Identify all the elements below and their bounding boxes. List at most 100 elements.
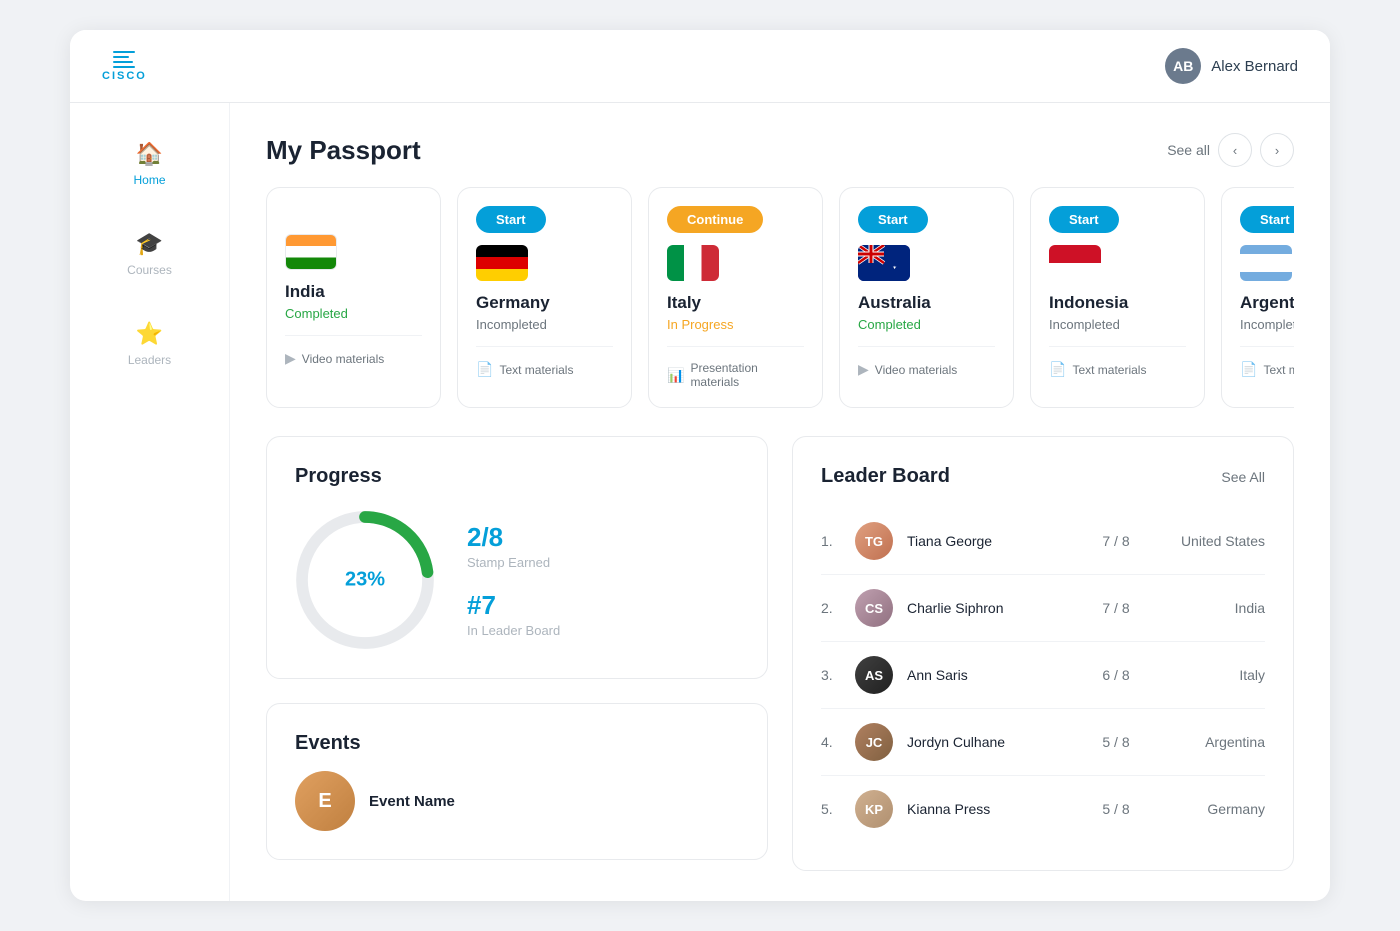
presentation-icon: 📊 [667,367,684,384]
country-name-india: India [285,282,422,302]
rank-2: 2. [821,600,841,616]
sidebar-item-courses[interactable]: 🎓 Courses [110,223,190,285]
leaderboard-row-1: 1. TG Tiana George 7 / 8 United States [821,508,1265,575]
user-info: AB Alex Bernard [1165,48,1298,84]
passport-card-indonesia[interactable]: Start Indonesia Incompleted 📄 Text mater… [1030,187,1205,408]
passport-title: My Passport [266,135,421,166]
passport-card-australia[interactable]: Start [839,187,1014,408]
leaderboard-see-all[interactable]: See All [1221,469,1265,485]
name-jordyn: Jordyn Culhane [907,734,1077,750]
material-label-indonesia: Text materials [1072,363,1146,377]
country-name-australia: Australia [858,293,995,313]
event-avatar: E [295,771,355,831]
status-argentina: Incomplete... [1240,317,1294,332]
video-icon: ▶ [285,350,296,367]
prev-arrow-button[interactable]: ‹ [1218,133,1252,167]
header: CISCO AB Alex Bernard [70,30,1330,103]
country-kianna: Germany [1155,801,1265,817]
sidebar-label-home: Home [133,173,165,187]
material-label-germany: Text materials [499,363,573,377]
material-argentina: 📄 Text ma... [1240,346,1294,378]
passport-cards: India Completed ▶ Video materials Start … [266,187,1294,408]
name-tiana: Tiana George [907,533,1077,549]
leaderboard-row-2: 2. CS Charlie Siphron 7 / 8 India [821,575,1265,642]
rank-label: In Leader Board [467,623,560,638]
flag-argentina [1240,245,1292,281]
passport-section-header: My Passport See all ‹ › [266,133,1294,167]
status-australia: Completed [858,317,995,332]
event-name: Event Name [369,793,455,810]
progress-circle: 23% [295,510,435,650]
start-button-australia[interactable]: Start [858,206,928,233]
text-icon-id: 📄 [1049,361,1066,378]
leaderboard-row-4: 4. JC Jordyn Culhane 5 / 8 Argentina [821,709,1265,776]
flag-indonesia [1049,245,1101,281]
flag-italy [667,245,719,281]
progress-stats: 2/8 Stamp Earned #7 In Leader Board [467,522,560,638]
name-ann: Ann Saris [907,667,1077,683]
flag-australia [858,245,910,281]
event-row: E Event Name [295,771,739,831]
score-charlie: 7 / 8 [1091,600,1141,616]
see-all-button[interactable]: See all [1167,142,1210,158]
status-germany: Incompleted [476,317,613,332]
app-container: CISCO AB Alex Bernard 🏠 Home 🎓 Courses ⭐… [70,30,1330,901]
passport-card-germany[interactable]: Start Germany Incompleted 📄 Text materia… [457,187,632,408]
passport-card-argentina[interactable]: Start Argentin... Incomplete... 📄 Text m… [1221,187,1294,408]
leaderboard-section: Leader Board See All 1. TG Tiana George … [792,436,1294,871]
score-kianna: 5 / 8 [1091,801,1141,817]
avatar-tiana: TG [855,522,893,560]
continue-button-italy[interactable]: Continue [667,206,763,233]
progress-content: 23% 2/8 Stamp Earned #7 In Leader Board [295,510,739,650]
material-label-italy: Presentation materials [690,361,804,389]
leaderboard-title: Leader Board [821,465,950,488]
name-charlie: Charlie Siphron [907,600,1077,616]
left-column: Progress 23% 2/8 [266,436,768,871]
rank-1: 1. [821,533,841,549]
sidebar-label-courses: Courses [127,263,172,277]
start-button-indonesia[interactable]: Start [1049,206,1119,233]
main-layout: 🏠 Home 🎓 Courses ⭐ Leaders My Passport S… [70,103,1330,901]
progress-card: Progress 23% 2/8 [266,436,768,679]
start-button-germany[interactable]: Start [476,206,546,233]
next-arrow-button[interactable]: › [1260,133,1294,167]
score-ann: 6 / 8 [1091,667,1141,683]
text-icon-ar: 📄 [1240,361,1257,378]
country-name-italy: Italy [667,293,804,313]
country-charlie: India [1155,600,1265,616]
user-name: Alex Bernard [1211,58,1298,75]
score-tiana: 7 / 8 [1091,533,1141,549]
country-ann: Italy [1155,667,1265,683]
events-card: Events E Event Name [266,703,768,860]
passport-card-india[interactable]: India Completed ▶ Video materials [266,187,441,408]
avatar-charlie: CS [855,589,893,627]
material-germany: 📄 Text materials [476,346,613,378]
country-name-indonesia: Indonesia [1049,293,1186,313]
stamp-stat: 2/8 Stamp Earned [467,522,560,570]
start-button-argentina[interactable]: Start [1240,206,1294,233]
rank-5: 5. [821,801,841,817]
leaders-icon: ⭐ [136,321,163,347]
sidebar-item-leaders[interactable]: ⭐ Leaders [110,313,190,375]
leaderboard-header: Leader Board See All [821,465,1265,488]
sidebar-label-leaders: Leaders [128,353,171,367]
passport-card-italy[interactable]: Continue Italy In Progress 📊 Presentatio… [648,187,823,408]
avatar-ann: AS [855,656,893,694]
courses-icon: 🎓 [136,231,163,257]
material-italy: 📊 Presentation materials [667,346,804,389]
see-all-controls: See all ‹ › [1167,133,1294,167]
sidebar-item-home[interactable]: 🏠 Home [110,133,190,195]
status-indonesia: Incompleted [1049,317,1186,332]
video-icon-au: ▶ [858,361,869,378]
leaderboard-row-5: 5. KP Kianna Press 5 / 8 Germany [821,776,1265,842]
logo-wrapper: CISCO [102,51,147,82]
cisco-logo-icon [113,51,135,68]
avatar-kianna: KP [855,790,893,828]
avatar: AB [1165,48,1201,84]
status-italy: In Progress [667,317,804,332]
flag-germany [476,245,528,281]
rank-value: #7 [467,590,560,621]
stamp-label: Stamp Earned [467,555,560,570]
score-jordyn: 5 / 8 [1091,734,1141,750]
avatar-jordyn: JC [855,723,893,761]
